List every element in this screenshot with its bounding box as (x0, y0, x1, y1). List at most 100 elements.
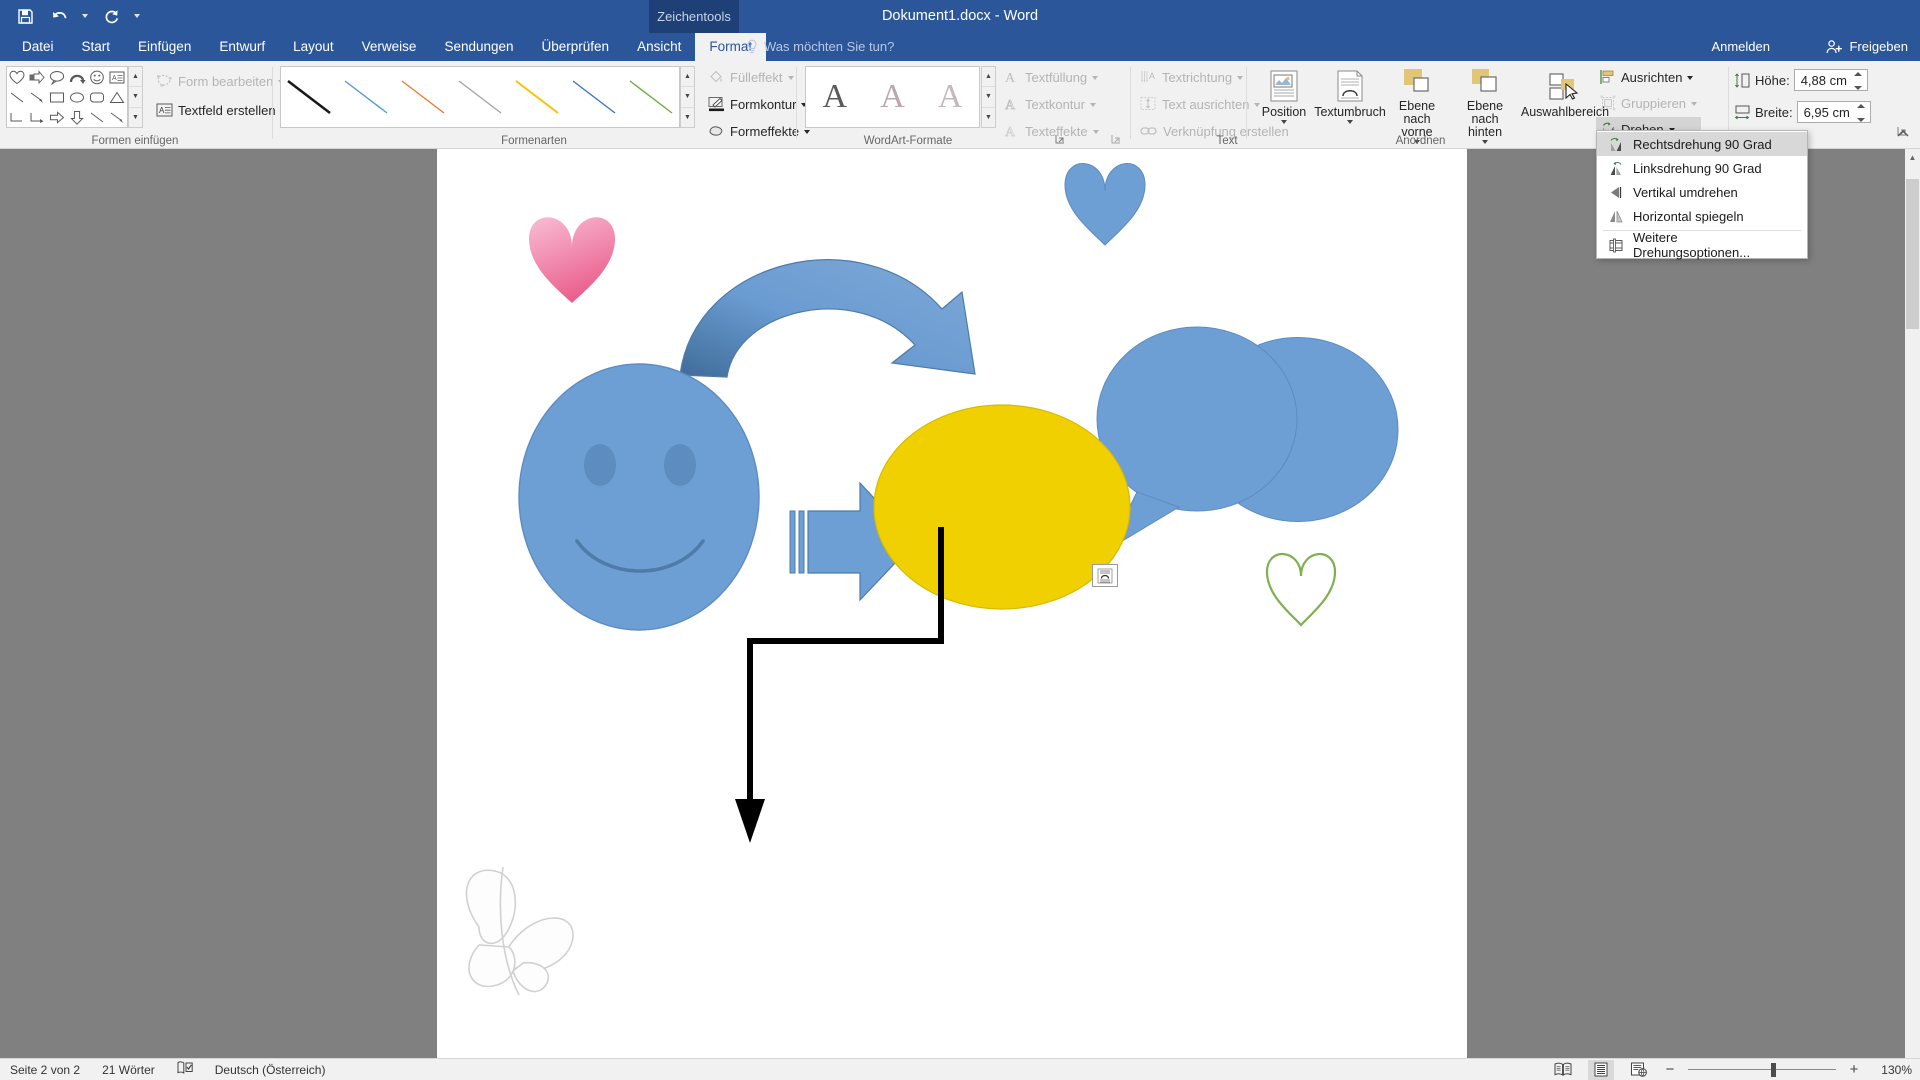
tab-entwurf[interactable]: Entwurf (205, 33, 279, 61)
zoom-in-button[interactable]: + (1848, 1061, 1860, 1078)
styles-gallery-more-icon[interactable]: ▼ (681, 108, 694, 127)
shape-triangle[interactable] (107, 87, 127, 107)
shape-rectangle[interactable] (47, 87, 67, 107)
menu-item-rotate-right[interactable]: Rechtsdrehung 90 Grad (1597, 132, 1807, 156)
scrollbar-thumb[interactable] (1906, 179, 1919, 329)
shapes-scroll-up-icon[interactable]: ▲ (129, 67, 142, 88)
cmd-textfuellung[interactable]: A Textfüllung (1000, 65, 1103, 89)
shape-style-7[interactable] (622, 67, 679, 127)
tab-datei[interactable]: Datei (8, 33, 68, 61)
menu-item-flip-vertical[interactable]: Vertikal umdrehen (1597, 180, 1807, 204)
view-web-layout[interactable] (1626, 1060, 1652, 1080)
collapse-ribbon-button[interactable] (1896, 127, 1910, 141)
cmd-gruppieren[interactable]: Gruppieren (1596, 91, 1701, 115)
shape-styles-scroll[interactable]: ▲ ▼ ▼ (680, 66, 695, 128)
tab--berpr-fen[interactable]: Überprüfen (528, 33, 624, 61)
share-button[interactable]: Freigeben (1826, 33, 1908, 61)
vertical-scrollbar[interactable]: ▲ (1905, 149, 1920, 1059)
shape-style-2[interactable] (338, 67, 395, 127)
language-indicator[interactable]: Deutsch (Österreich) (215, 1063, 326, 1077)
shape-style-1[interactable] (281, 67, 338, 127)
cmd-form-bearbeiten[interactable]: Form bearbeiten (152, 69, 288, 93)
view-print-layout[interactable] (1588, 1059, 1614, 1080)
zoom-out-button[interactable]: − (1664, 1061, 1676, 1078)
shape-elbow-connector[interactable] (7, 107, 27, 127)
height-field[interactable]: Höhe: 4,88 cm (1734, 68, 1871, 92)
shapes-scroll-down-icon[interactable]: ▼ (129, 87, 142, 108)
wordart-scroll-up-icon[interactable]: ▲ (982, 67, 995, 88)
width-field[interactable]: Breite: 6,95 cm (1734, 100, 1871, 124)
btn-position[interactable]: Position (1252, 65, 1316, 139)
shape-style-4[interactable] (452, 67, 509, 127)
height-spinner[interactable]: 4,88 cm (1793, 69, 1868, 91)
tab-verweise[interactable]: Verweise (348, 33, 431, 61)
wordart-style-3[interactable]: A (921, 67, 979, 127)
shape-style-6[interactable] (565, 67, 622, 127)
shape-textbox[interactable]: A (107, 67, 127, 87)
tell-me-search[interactable]: Was möchten Sie tun? (745, 33, 894, 61)
shape-line-arrow-2[interactable] (107, 107, 127, 127)
shape-styles-gallery[interactable] (280, 66, 680, 128)
rotate-dropdown-menu[interactable]: Rechtsdrehung 90 Grad Linksdrehung 90 Gra… (1596, 130, 1808, 260)
tab-ansicht[interactable]: Ansicht (623, 33, 695, 61)
cmd-textkontur[interactable]: A Textkontur (1000, 92, 1103, 116)
shape-oval[interactable] (67, 87, 87, 107)
shape-style-3[interactable] (395, 67, 452, 127)
shape-down-arrow[interactable] (67, 107, 87, 127)
shape-right-arrow[interactable] (47, 107, 67, 127)
tab-sendungen[interactable]: Sendungen (430, 33, 527, 61)
styles-scroll-up-icon[interactable]: ▲ (681, 67, 694, 88)
shape-arc-arrow[interactable] (67, 67, 87, 87)
page-indicator[interactable]: Seite 2 von 2 (10, 1063, 80, 1077)
btn-ebene-nach-vorne[interactable]: Ebene nach vorne (1384, 65, 1450, 144)
shape-style-5[interactable] (508, 67, 565, 127)
menu-item-rotate-left[interactable]: Linksdrehung 90 Grad (1597, 156, 1807, 180)
wordart-style-1[interactable]: A (806, 67, 864, 127)
wordart-gallery-more-icon[interactable]: ▼ (982, 108, 995, 127)
shape-heart[interactable] (7, 67, 27, 87)
shapes-gallery-scroll[interactable]: ▲ ▼ ▼ (128, 66, 143, 128)
btn-ebene-nach-hinten[interactable]: Ebene nach hinten (1452, 65, 1518, 144)
wordart-scroll-down-icon[interactable]: ▼ (982, 87, 995, 108)
word-count[interactable]: 21 Wörter (102, 1063, 155, 1077)
menu-item-flip-horizontal[interactable]: Horizontal spiegeln (1597, 204, 1807, 228)
object-anchor-icon[interactable] (1092, 564, 1118, 587)
shape-line-arrow[interactable] (27, 87, 47, 107)
textumbruch-caret-icon[interactable] (1347, 120, 1353, 124)
scroll-up-arrow-icon[interactable]: ▲ (1905, 149, 1920, 165)
tab-start[interactable]: Start (68, 33, 125, 61)
btn-textumbruch[interactable]: Textumbruch (1314, 65, 1386, 139)
shape-striped-arrow[interactable] (27, 67, 47, 87)
zoom-level[interactable]: 130% (1872, 1063, 1912, 1077)
tab-einf-gen[interactable]: Einfügen (124, 33, 205, 61)
styles-scroll-down-icon[interactable]: ▼ (681, 87, 694, 108)
shape-elbow-arrow-connector[interactable] (27, 107, 47, 127)
wordart-style-2[interactable]: A (864, 67, 922, 127)
shapes-gallery[interactable]: A (6, 66, 128, 128)
sign-in-button[interactable]: Anmelden (1711, 33, 1770, 61)
btn-ebene-vorne-label: Ebene nach vorne (1398, 99, 1436, 139)
wordart-dialog-launcher[interactable] (1110, 133, 1122, 145)
zoom-thumb[interactable] (1771, 1062, 1776, 1077)
tab-layout[interactable]: Layout (279, 33, 348, 61)
wordart-gallery[interactable]: AAA (805, 66, 980, 128)
wordart-scroll[interactable]: ▲ ▼ ▼ (981, 66, 996, 128)
width-spinner-arrows[interactable] (1857, 104, 1866, 122)
proofing-icon[interactable] (177, 1061, 193, 1078)
cmd-textfeld-erstellen[interactable]: A Textfeld erstellen (152, 98, 288, 122)
cmd-ausrichten[interactable]: Ausrichten (1596, 65, 1701, 89)
zoom-slider[interactable] (1688, 1062, 1836, 1078)
shape-rounded-rectangle[interactable] (87, 87, 107, 107)
position-caret-icon[interactable] (1281, 120, 1287, 124)
view-read-mode[interactable] (1550, 1060, 1576, 1080)
shape-smiley[interactable] (87, 67, 107, 87)
width-spinner[interactable]: 6,95 cm (1796, 101, 1871, 123)
shape-speech-bubble[interactable] (47, 67, 67, 87)
menu-item-more-rotation[interactable]: Weitere Drehungsoptionen... (1597, 230, 1807, 260)
document-page[interactable] (437, 149, 1467, 1059)
shape-line[interactable] (7, 87, 27, 107)
shapes-gallery-more-icon[interactable]: ▼ (129, 108, 142, 127)
shape-line-2[interactable] (87, 107, 107, 127)
cmd-texteffekte[interactable]: A Texteffekte (1000, 119, 1103, 143)
height-spinner-arrows[interactable] (1854, 72, 1863, 90)
